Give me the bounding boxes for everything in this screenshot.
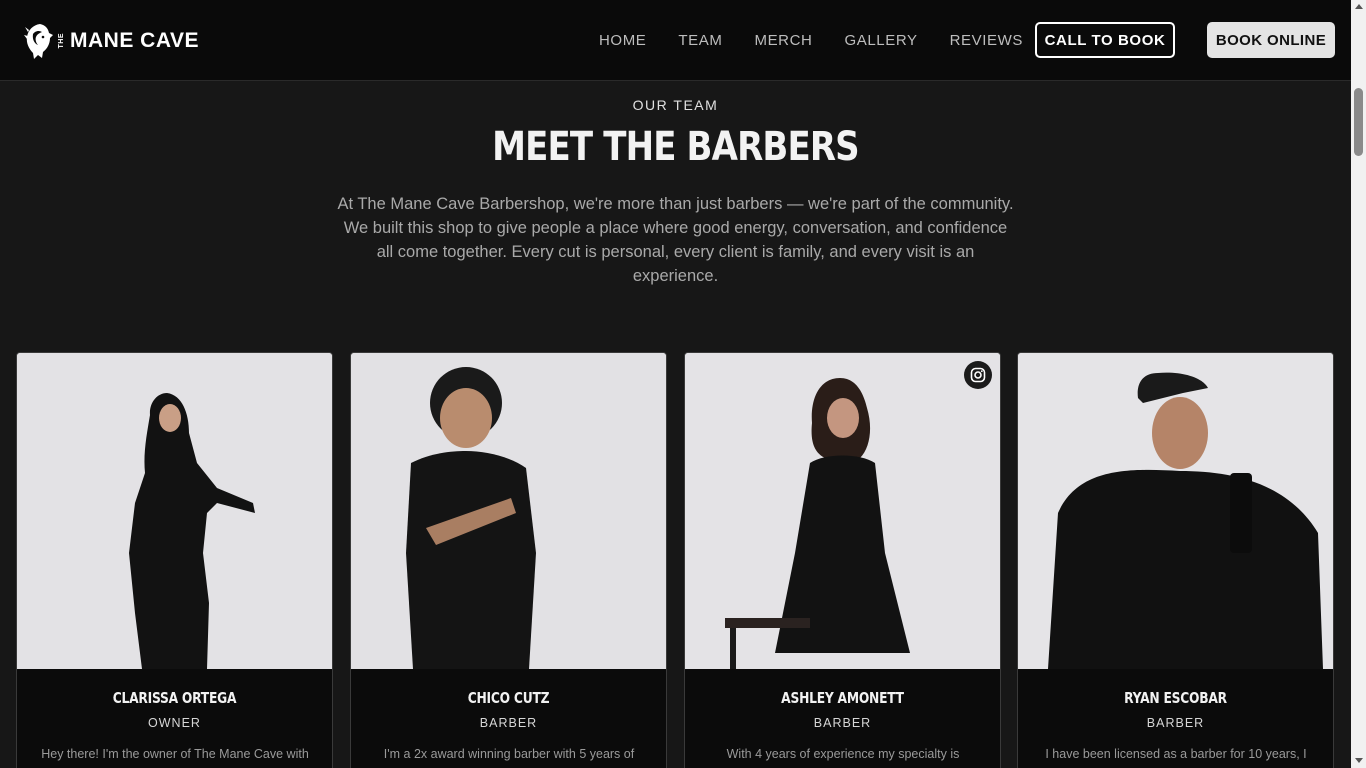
- barber-role: BARBER: [1146, 716, 1205, 730]
- barber-bio: Hey there! I'm the owner of The Mane Cav…: [41, 747, 309, 761]
- logo-small-text: THE: [58, 33, 65, 49]
- team-card[interactable]: ASHLEY AMONETT BARBER With 4 years of ex…: [684, 352, 1001, 768]
- site-logo[interactable]: THE MANE CAVE: [24, 22, 199, 60]
- barber-name: RYAN ESCOBAR: [1124, 689, 1227, 707]
- barber-photo: [351, 353, 666, 669]
- barber-name: ASHLEY AMONETT: [781, 689, 904, 707]
- main-nav: HOME TEAM MERCH GALLERY REVIEWS: [599, 0, 1055, 80]
- barber-role: BARBER: [479, 716, 538, 730]
- barber-bio: I'm a 2x award winning barber with 5 yea…: [383, 747, 635, 761]
- scroll-thumb[interactable]: [1354, 88, 1363, 156]
- scroll-down-arrow-icon[interactable]: [1355, 758, 1363, 763]
- nav-merch[interactable]: MERCH: [754, 32, 812, 49]
- team-card[interactable]: RYAN ESCOBAR BARBER I have been licensed…: [1017, 352, 1334, 768]
- barber-role: OWNER: [148, 716, 201, 730]
- barber-bio: I have been licensed as a barber for 10 …: [1045, 747, 1307, 761]
- scroll-up-arrow-icon[interactable]: [1355, 4, 1363, 9]
- nav-team[interactable]: TEAM: [678, 32, 722, 49]
- barber-role: BARBER: [813, 716, 872, 730]
- nav-home[interactable]: HOME: [599, 32, 646, 49]
- section-intro: At The Mane Cave Barbershop, we're more …: [337, 195, 1014, 285]
- barber-name: CHICO CUTZ: [467, 689, 550, 707]
- barber-photo: [685, 353, 1000, 669]
- section-eyebrow: OUR TEAM: [632, 97, 719, 113]
- barber-bio: With 4 years of experience my specialty …: [726, 747, 960, 761]
- page-scrollbar[interactable]: [1351, 0, 1366, 768]
- barber-name: CLARISSA ORTEGA: [112, 689, 237, 707]
- nav-gallery[interactable]: GALLERY: [844, 32, 917, 49]
- book-online-button[interactable]: BOOK ONLINE: [1207, 22, 1335, 58]
- site-header: THE MANE CAVE HOME TEAM MERCH GALLERY RE…: [0, 0, 1351, 81]
- section-title: MEET THE BARBERS: [492, 124, 859, 170]
- lion-logo-icon: [24, 24, 53, 59]
- barber-photo: [1018, 353, 1333, 669]
- team-card[interactable]: CLARISSA ORTEGA OWNER Hey there! I'm the…: [16, 352, 333, 768]
- nav-reviews[interactable]: REVIEWS: [950, 32, 1023, 49]
- barber-photo: [17, 353, 332, 669]
- logo-text: MANE CAVE: [70, 29, 199, 52]
- team-card[interactable]: CHICO CUTZ BARBER I'm a 2x award winning…: [350, 352, 667, 768]
- instagram-icon[interactable]: [964, 361, 992, 389]
- call-to-book-button[interactable]: CALL TO BOOK: [1035, 22, 1175, 58]
